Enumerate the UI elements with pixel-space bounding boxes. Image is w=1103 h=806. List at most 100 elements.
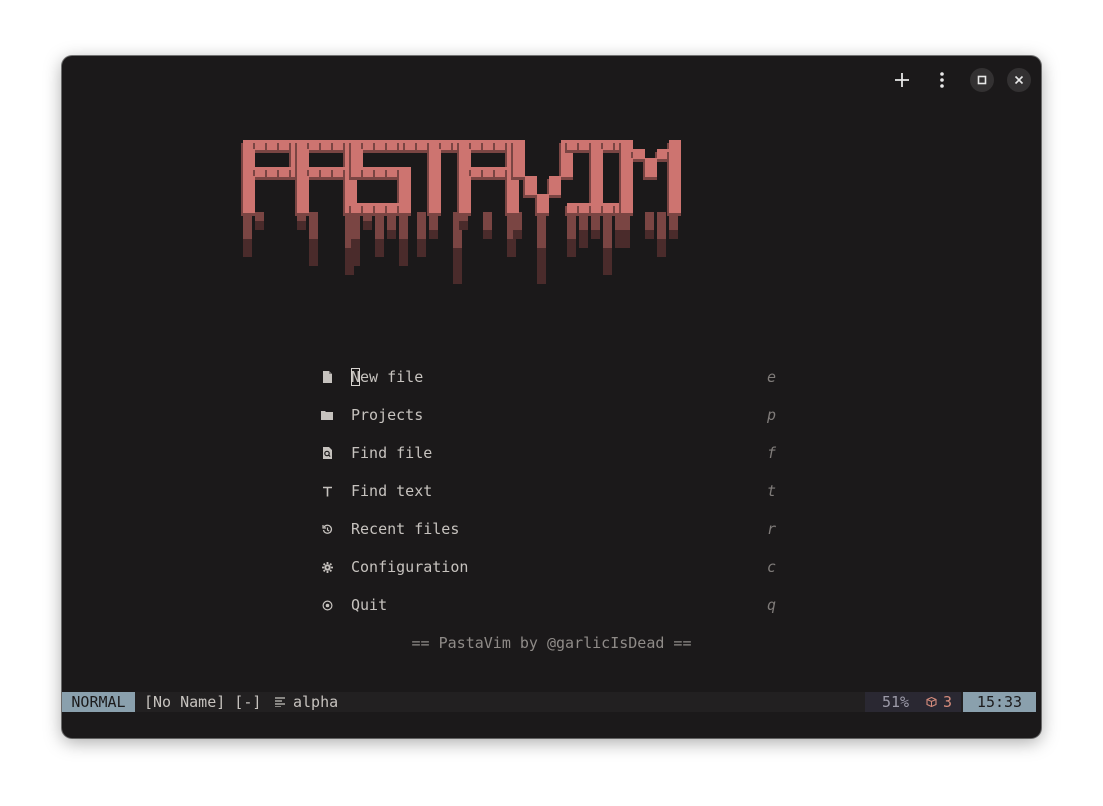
logo-pixel (459, 176, 471, 186)
logo-pixel (351, 239, 360, 248)
logo-pixel (579, 239, 588, 248)
logo-pixel (579, 230, 588, 239)
logo-pixel (525, 176, 537, 186)
logo-pixel (417, 239, 426, 248)
logo-pixel (399, 239, 408, 248)
logo-pixel (399, 203, 411, 213)
logo-pixel (399, 185, 411, 195)
logo-pixel (309, 239, 318, 248)
logo-pixel (351, 248, 360, 257)
menu-item-projects[interactable]: Projects p (320, 404, 780, 428)
logo-pixel (507, 194, 519, 204)
logo-pixel (669, 158, 681, 168)
menu-item-recent-files[interactable]: Recent files r (320, 518, 780, 542)
menu-item-find-text[interactable]: Find text t (320, 480, 780, 504)
clock: 15:33 (963, 692, 1036, 712)
logo-pixel (297, 185, 309, 195)
package-icon (926, 697, 937, 707)
logo-pixel (459, 185, 471, 195)
logo-pixel (453, 230, 462, 239)
logo-pixel (243, 149, 255, 159)
logo-pixel (507, 248, 516, 257)
logo-pixel (645, 221, 654, 230)
logo-pixel (351, 230, 360, 239)
logo-pixel (453, 257, 462, 266)
logo-pixel (669, 176, 681, 186)
logo-pixel (297, 158, 309, 168)
menu-item-find-file[interactable]: Find file f (320, 442, 780, 466)
menu-item-quit[interactable]: Quit q (320, 594, 780, 618)
logo-pixel (255, 221, 264, 230)
logo-pixel (579, 221, 588, 230)
menu-label: Find file (351, 444, 433, 462)
logo-pixel (429, 176, 441, 186)
logo-pixel (375, 230, 384, 239)
text-icon (320, 484, 334, 498)
logo-pixel (621, 185, 633, 195)
logo-pixel (351, 149, 363, 159)
logo-pixel (309, 221, 318, 230)
menu-item-new-file[interactable]: New file e (320, 366, 780, 390)
logo-pixel (591, 194, 603, 204)
logo-pixel (525, 185, 537, 195)
logo-pixel (297, 221, 306, 230)
logo-pixel (669, 230, 678, 239)
logo-pixel (669, 194, 681, 204)
logo-pixel (399, 167, 411, 177)
logo-pixel (243, 248, 252, 257)
logo-pixel (351, 158, 363, 168)
logo-pixel (429, 230, 438, 239)
logo-pixel (561, 167, 573, 177)
shortcut-key: f (767, 444, 777, 462)
logo-pixel (669, 149, 681, 159)
logo-pixel (591, 176, 603, 186)
logo-pixel (603, 248, 612, 257)
logo-pixel (669, 185, 681, 195)
logo-pixel (657, 230, 666, 239)
shortcut-key: q (767, 596, 777, 614)
file-icon (320, 370, 334, 384)
filetype-icon (275, 697, 285, 707)
dashboard-footer: == PastaVim by @garlicIsDead == (411, 634, 692, 652)
logo-pixel (483, 212, 492, 221)
logo-pixel (567, 230, 576, 239)
package-count: 3 (943, 693, 953, 711)
logo-pixel (645, 212, 654, 221)
logo-pixel (255, 212, 264, 221)
logo-pixel (345, 185, 357, 195)
logo-pixel (399, 176, 411, 186)
logo-pixel (243, 185, 255, 195)
gear-icon (320, 560, 334, 574)
logo-pixel (537, 239, 546, 248)
search-file-icon (320, 446, 334, 460)
logo-pixel (429, 203, 441, 213)
logo-pixel (375, 221, 384, 230)
logo-pixel (429, 221, 438, 230)
statusline: NORMAL [No Name] [-] alpha 51% 3 15:33 (62, 692, 1036, 712)
logo-pixel (591, 149, 603, 159)
logo-pixel (537, 257, 546, 266)
shortcut-key: e (767, 368, 777, 386)
pastavim-logo (241, 140, 681, 284)
menu-label: Configuration (351, 558, 469, 576)
logo-pixel (621, 158, 633, 168)
logo-pixel (657, 239, 666, 248)
logo-pixel (567, 221, 576, 230)
menu-label: Recent files (351, 520, 460, 538)
logo-pixel (645, 167, 657, 177)
logo-pixel (513, 140, 525, 150)
logo-pixel (459, 221, 468, 230)
menu-item-configuration[interactable]: Configuration c (320, 556, 780, 580)
logo-pixel (537, 221, 546, 230)
logo-pixel (513, 230, 522, 239)
logo-pixel (537, 230, 546, 239)
logo-pixel (417, 230, 426, 239)
logo-pixel (453, 266, 462, 275)
shortcut-key: p (767, 406, 777, 424)
logo-pixel (513, 158, 525, 168)
filetype-label: alpha (293, 693, 339, 711)
logo-pixel (345, 194, 357, 204)
logo-pixel (561, 158, 573, 168)
logo-pixel (297, 176, 309, 186)
power-icon (320, 598, 334, 612)
